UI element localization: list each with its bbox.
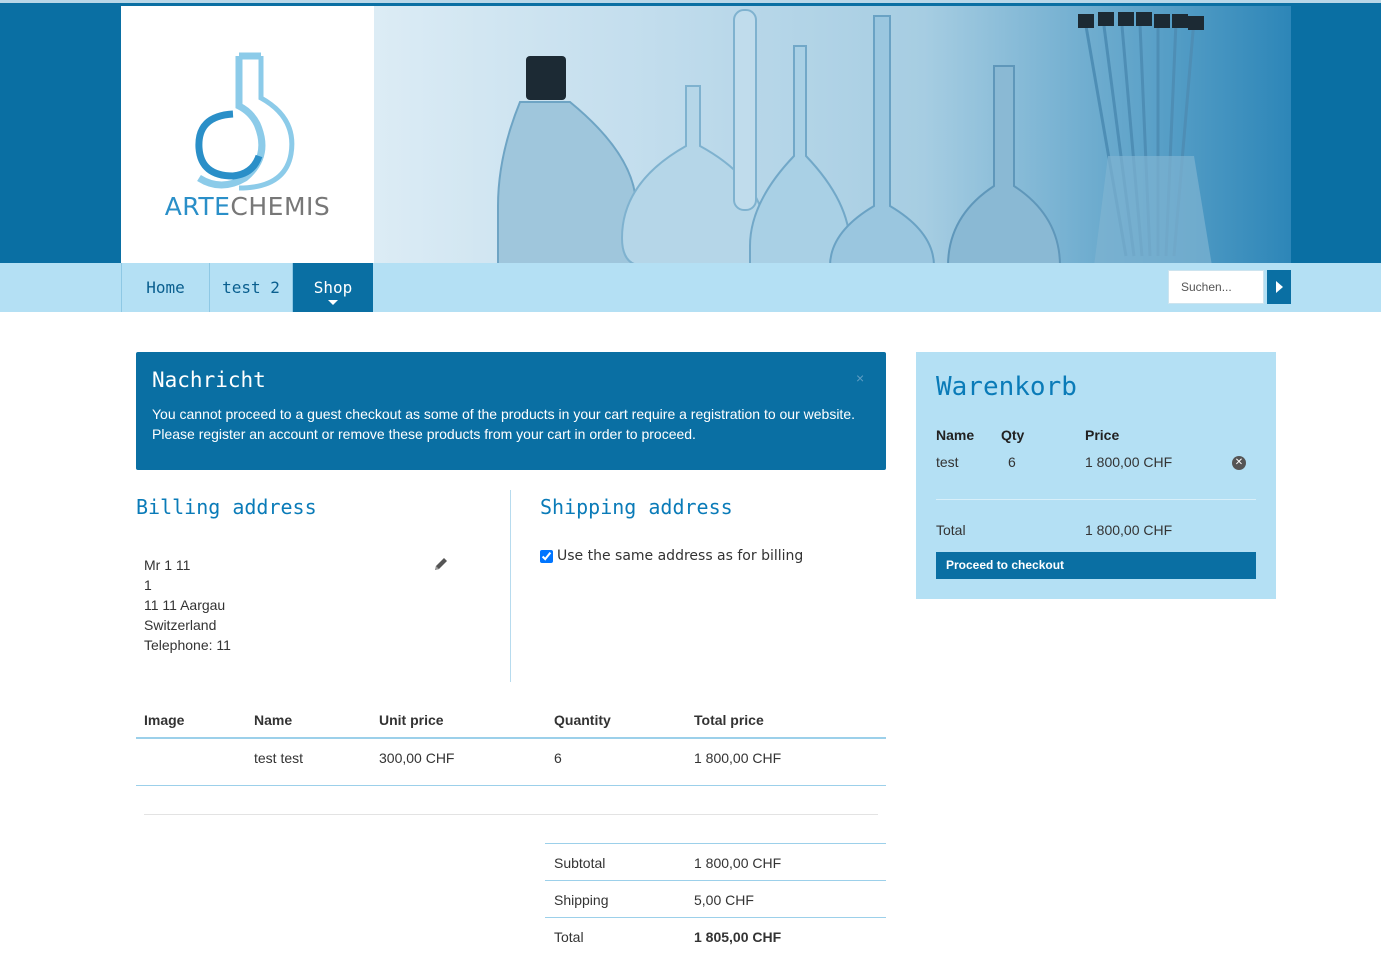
col-header-total-price: Total price xyxy=(694,712,764,728)
order-table: Image Name Unit price Quantity Total pri… xyxy=(136,710,886,790)
site-header: ARTECHEMIS xyxy=(0,0,1381,266)
subtotal-value: 1 800,00 CHF xyxy=(694,855,782,871)
grand-total-row: Total 1 805,00 CHF xyxy=(545,917,886,954)
billing-address: Mr 1 11 1 11 11 Aargau Switzerland Telep… xyxy=(144,555,231,655)
remove-item-icon[interactable]: ✕ xyxy=(1232,456,1246,470)
flask-logo-icon xyxy=(195,52,295,191)
cart-total-value: 1 800,00 CHF xyxy=(1085,522,1173,538)
cart-header-price: Price xyxy=(1085,427,1120,443)
cart-item-price: 1 800,00 CHF xyxy=(1085,454,1173,470)
nav-home[interactable]: Home xyxy=(121,263,209,312)
cart-header-name: Name xyxy=(936,427,975,443)
same-address-option[interactable]: Use the same address as for billing xyxy=(540,548,803,564)
dropdown-caret-icon xyxy=(328,300,338,305)
billing-title: Billing address xyxy=(136,495,317,519)
nav-home-label: Home xyxy=(146,278,185,297)
cart-total-label: Total xyxy=(936,522,966,538)
col-header-unit-price: Unit price xyxy=(379,712,444,728)
subtotal-row: Subtotal 1 800,00 CHF xyxy=(545,843,886,880)
same-address-checkbox[interactable] xyxy=(540,549,553,563)
edit-pencil-icon[interactable] xyxy=(433,556,449,572)
subtotal-label: Subtotal xyxy=(554,855,606,871)
cart-divider xyxy=(936,499,1256,500)
hero-banner-image xyxy=(374,6,1291,266)
lab-glassware-illustration xyxy=(497,9,1212,266)
logo-wordmark: ARTECHEMIS xyxy=(164,192,331,221)
nav-shop-label: Shop xyxy=(313,278,353,297)
divider xyxy=(144,814,878,815)
col-header-image: Image xyxy=(144,712,185,728)
nav-test-2-label: test 2 xyxy=(222,278,280,297)
shipping-cost-value: 5,00 CHF xyxy=(694,892,754,908)
cart-title: Warenkorb xyxy=(936,372,1077,402)
search-button[interactable] xyxy=(1267,270,1291,304)
nav-shop[interactable]: Shop xyxy=(292,263,373,312)
message-text: You cannot proceed to a guest checkout a… xyxy=(152,406,856,442)
unit-price: 300,00 CHF xyxy=(379,750,455,766)
table-row-rule xyxy=(136,785,886,786)
same-address-label: Use the same address as for billing xyxy=(557,548,804,564)
address-divider xyxy=(510,490,511,682)
quantity: 6 xyxy=(554,750,562,766)
search-input[interactable] xyxy=(1168,270,1264,304)
shipping-title: Shipping address xyxy=(540,495,733,519)
col-header-quantity: Quantity xyxy=(554,712,611,728)
address-line: 11 11 Aargau xyxy=(144,597,226,613)
grand-total-value: 1 805,00 CHF xyxy=(694,929,782,945)
shipping-cost-label: Shipping xyxy=(554,892,609,908)
site-logo[interactable]: ARTECHEMIS xyxy=(121,6,374,266)
address-line: Switzerland xyxy=(144,617,217,633)
product-name-link[interactable]: test test xyxy=(254,750,303,766)
shipping-cost-row: Shipping 5,00 CHF xyxy=(545,880,886,917)
nav-test-2[interactable]: test 2 xyxy=(209,263,292,312)
total-price: 1 800,00 CHF xyxy=(694,750,782,766)
close-icon[interactable]: × xyxy=(856,370,864,386)
col-header-name: Name xyxy=(254,712,293,728)
address-line: Telephone: 11 xyxy=(144,637,231,653)
address-line: 1 xyxy=(144,577,152,593)
cart-header-qty: Qty xyxy=(1001,427,1025,443)
notice-message: Nachricht × You cannot proceed to a gues… xyxy=(136,352,886,470)
table-header-rule xyxy=(136,737,886,739)
cart-item-name-link[interactable]: test xyxy=(936,454,959,470)
message-title: Nachricht xyxy=(152,368,266,392)
cart-item-qty: 6 xyxy=(1008,454,1016,470)
cart-widget: Warenkorb Name Qty Price test 6 1 800,00… xyxy=(916,352,1276,599)
proceed-to-checkout-button[interactable]: Proceed to checkout xyxy=(936,552,1256,579)
address-line: Mr 1 11 xyxy=(144,557,191,573)
arrow-right-icon xyxy=(1275,281,1283,293)
grand-total-label: Total xyxy=(554,929,584,945)
